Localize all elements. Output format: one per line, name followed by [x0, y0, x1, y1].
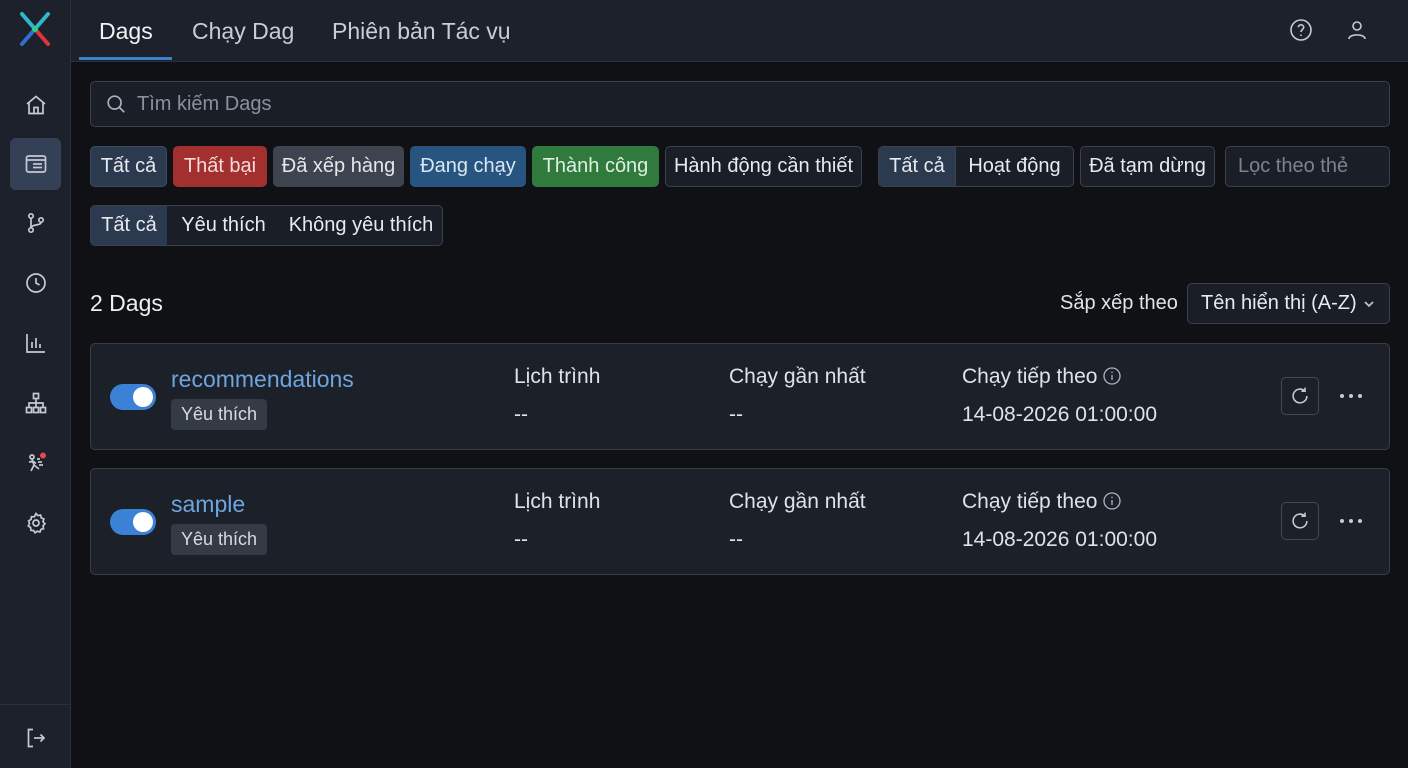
tab-dags[interactable]: Dags — [99, 0, 153, 62]
sort-select[interactable]: Tên hiển thị (A-Z) — [1187, 283, 1390, 324]
next-run-label: Chạy tiếp theo — [962, 490, 1098, 513]
tag-filter-input[interactable]: Lọc theo thẻ — [1225, 146, 1390, 187]
filter-active-all[interactable]: Tất cả — [879, 147, 955, 186]
filter-paused[interactable]: Đã tạm dừng — [1080, 146, 1215, 187]
sidebar-divider — [0, 704, 71, 705]
sidebar-item-branches[interactable] — [10, 197, 61, 249]
search-bar — [90, 81, 1390, 127]
tab-dag-runs[interactable]: Chạy Dag — [192, 0, 294, 62]
favorite-filter-group: Tất cả Yêu thích Không yêu thích — [90, 205, 443, 246]
favorite-badge: Yêu thích — [171, 399, 268, 430]
logo-icon — [20, 12, 50, 46]
filter-state-failed[interactable]: Thất bại — [173, 146, 267, 187]
dag-card: sample Yêu thích Lịch trình -- Chạy gần … — [90, 468, 1390, 575]
next-run-label: Chạy tiếp theo — [962, 365, 1098, 388]
sidebar-item-dags[interactable] — [10, 138, 61, 190]
sidebar-item-hierarchy[interactable] — [10, 377, 61, 429]
schedule-value: -- — [514, 403, 528, 426]
filter-state-needs-action[interactable]: Hành động cần thiết — [665, 146, 862, 187]
dag-name-link[interactable]: recommendations — [171, 366, 354, 393]
favorite-badge: Yêu thích — [171, 524, 268, 555]
branch-icon — [27, 212, 44, 234]
next-run-value: 14-08-2026 01:00:00 — [962, 403, 1157, 426]
search-input[interactable] — [137, 92, 1337, 116]
more-horizontal-icon — [1340, 519, 1362, 523]
toggle-knob — [133, 387, 153, 407]
more-horizontal-icon — [1340, 394, 1362, 398]
filter-state-running[interactable]: Đang chạy — [410, 146, 526, 187]
help-button[interactable] — [1285, 14, 1317, 46]
sidebar-item-settings[interactable] — [10, 497, 61, 549]
schedule-label: Lịch trình — [514, 365, 601, 388]
filter-state-queued[interactable]: Đã xếp hàng — [273, 146, 404, 187]
chevron-down-icon — [1361, 296, 1377, 312]
gear-icon — [26, 511, 46, 535]
filter-active-on[interactable]: Hoạt động — [955, 147, 1073, 186]
sort-label: Sắp xếp theo — [1060, 292, 1178, 314]
dag-card: recommendations Yêu thích Lịch trình -- … — [90, 343, 1390, 450]
refresh-icon — [1292, 512, 1308, 529]
bar-chart-icon — [25, 334, 45, 353]
home-icon — [25, 95, 46, 115]
dag-enable-toggle[interactable] — [110, 509, 156, 535]
last-run-label: Chạy gần nhất — [729, 490, 866, 513]
active-tab-indicator — [79, 57, 172, 60]
admin-alert-icon — [28, 452, 46, 472]
dag-count: 2 Dags — [90, 290, 163, 316]
sidebar-item-admin[interactable] — [10, 437, 61, 489]
last-run-value: -- — [729, 528, 743, 551]
filter-fav-all[interactable]: Tất cả — [91, 206, 167, 245]
user-menu-button[interactable] — [1341, 14, 1373, 46]
more-options-button[interactable] — [1338, 507, 1364, 535]
schedule-label: Lịch trình — [514, 490, 601, 513]
search-icon — [105, 93, 127, 115]
dag-enable-toggle[interactable] — [110, 384, 156, 410]
sidebar-item-reports[interactable] — [10, 317, 61, 369]
schedule-value: -- — [514, 528, 528, 551]
next-run-header: Chạy tiếp theo — [962, 490, 1122, 514]
tab-task-instances[interactable]: Phiên bản Tác vụ — [332, 0, 511, 62]
next-run-header: Chạy tiếp theo — [962, 365, 1122, 389]
active-filter-group: Tất cả Hoạt động — [878, 146, 1074, 187]
last-run-label: Chạy gần nhất — [729, 365, 866, 388]
sidebar-item-history[interactable] — [10, 257, 61, 309]
info-icon[interactable] — [1103, 367, 1122, 385]
filter-state-success[interactable]: Thành công — [532, 146, 659, 187]
more-options-button[interactable] — [1338, 382, 1364, 410]
toggle-knob — [133, 512, 153, 532]
next-run-value: 14-08-2026 01:00:00 — [962, 528, 1157, 551]
top-bar: Dags Chạy Dag Phiên bản Tác vụ — [71, 0, 1408, 62]
logout-icon — [27, 728, 45, 748]
logout-button[interactable] — [10, 712, 61, 764]
dags-icon — [25, 155, 46, 173]
clock-icon — [25, 273, 46, 293]
sort-value: Tên hiển thị (A-Z) — [1201, 292, 1357, 314]
trigger-dag-button[interactable] — [1281, 377, 1319, 415]
trigger-dag-button[interactable] — [1281, 502, 1319, 540]
app-logo[interactable] — [16, 10, 54, 48]
help-icon — [1290, 19, 1312, 41]
filter-fav-non-favorites[interactable]: Không yêu thích — [280, 206, 442, 245]
sidebar-item-home[interactable] — [10, 79, 61, 131]
sidebar — [0, 0, 71, 768]
last-run-value: -- — [729, 403, 743, 426]
user-icon — [1348, 21, 1366, 40]
hierarchy-icon — [25, 392, 46, 414]
dag-name-link[interactable]: sample — [171, 491, 245, 518]
refresh-icon — [1292, 387, 1308, 404]
filter-fav-favorites[interactable]: Yêu thích — [167, 206, 280, 245]
info-icon[interactable] — [1103, 492, 1122, 510]
filter-state-all[interactable]: Tất cả — [90, 146, 167, 187]
